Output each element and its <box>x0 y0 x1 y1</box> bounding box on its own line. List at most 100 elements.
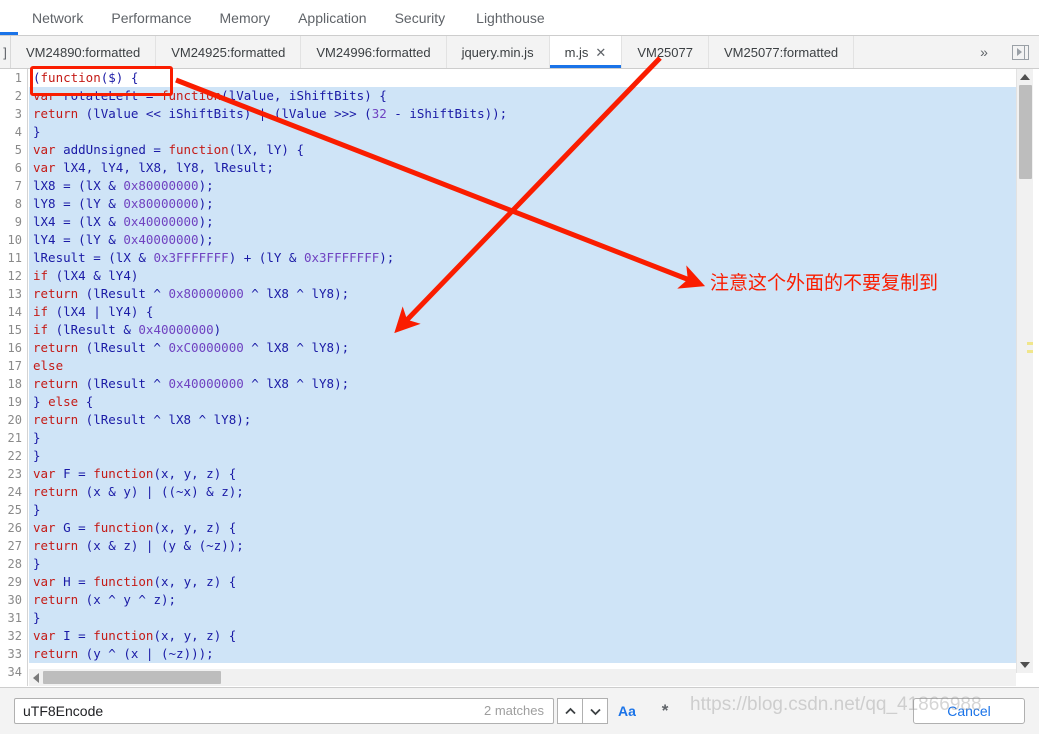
code-line[interactable]: return (x ^ y ^ z); <box>29 591 1016 609</box>
scroll-left-arrow-icon[interactable] <box>33 672 39 683</box>
line-number[interactable]: 6 <box>0 159 27 177</box>
line-number[interactable]: 11 <box>0 249 27 267</box>
file-tab-m-js[interactable]: m.js ✕ <box>549 36 623 68</box>
line-number[interactable]: 27 <box>0 537 27 555</box>
code-line[interactable]: return (lResult ^ 0xC0000000 ^ lX8 ^ lY8… <box>29 339 1016 357</box>
code-line[interactable]: return (x & z) | (y & (~z)); <box>29 537 1016 555</box>
code-line[interactable]: lX4 = (lX & 0x40000000); <box>29 213 1016 231</box>
code-line[interactable]: lY4 = (lY & 0x40000000); <box>29 231 1016 249</box>
line-number[interactable]: 5 <box>0 141 27 159</box>
line-number[interactable]: 20 <box>0 411 27 429</box>
line-number[interactable]: 19 <box>0 393 27 411</box>
code-line[interactable]: return (lResult ^ lX8 ^ lY8); <box>29 411 1016 429</box>
close-icon[interactable]: ✕ <box>595 46 606 59</box>
code-line[interactable]: } <box>29 123 1016 141</box>
tab-performance-label: Performance <box>111 9 192 26</box>
line-number[interactable]: 1 <box>0 69 27 87</box>
line-number[interactable]: 26 <box>0 519 27 537</box>
code-line[interactable]: return (lResult ^ 0x40000000 ^ lX8 ^ lY8… <box>29 375 1016 393</box>
code-line[interactable]: } <box>29 501 1016 519</box>
line-number[interactable]: 29 <box>0 573 27 591</box>
code-line[interactable]: var I = function(x, y, z) { <box>29 627 1016 645</box>
vertical-scroll-thumb[interactable] <box>1019 85 1032 179</box>
code-line[interactable]: var addUnsigned = function(lX, lY) { <box>29 141 1016 159</box>
line-number[interactable]: 24 <box>0 483 27 501</box>
line-number[interactable]: 8 <box>0 195 27 213</box>
show-navigator-button[interactable] <box>1001 36 1039 68</box>
code-line[interactable]: } else { <box>29 393 1016 411</box>
code-line[interactable]: lX8 = (lX & 0x80000000); <box>29 177 1016 195</box>
code-line[interactable]: var G = function(x, y, z) { <box>29 519 1016 537</box>
code-line[interactable]: return (y ^ (x | (~z))); <box>29 645 1016 663</box>
tab-lighthouse[interactable]: Lighthouse <box>459 0 562 35</box>
tab-security[interactable]: Security <box>381 0 460 35</box>
line-number[interactable]: 14 <box>0 303 27 321</box>
editor-vertical-scrollbar[interactable] <box>1016 69 1033 673</box>
tab-network[interactable]: Network <box>18 0 97 35</box>
code-editor[interactable]: 1 2 3 4 5 6 7 8 9 10 11 12 13 14 15 16 17 18 19 20 21 22 23 24 2… <box>0 69 1039 686</box>
line-number[interactable]: 3 <box>0 105 27 123</box>
file-tab-vm25077[interactable]: VM25077 <box>622 36 709 68</box>
code-content[interactable]: (function($) {var rotateLeft = function(… <box>29 69 1016 686</box>
scroll-up-arrow-icon[interactable] <box>1020 74 1030 80</box>
next-match-button[interactable] <box>582 698 608 724</box>
line-number[interactable]: 30 <box>0 591 27 609</box>
line-number[interactable]: 13 <box>0 285 27 303</box>
code-line[interactable]: if (lX4 & lY4) <box>29 267 1016 285</box>
line-number[interactable]: 9 <box>0 213 27 231</box>
code-line[interactable]: if (lX4 | lY4) { <box>29 303 1016 321</box>
tab-performance[interactable]: Performance <box>97 0 205 35</box>
code-line[interactable]: } <box>29 429 1016 447</box>
line-number[interactable]: 23 <box>0 465 27 483</box>
code-line[interactable]: lY8 = (lY & 0x80000000); <box>29 195 1016 213</box>
code-line[interactable]: var F = function(x, y, z) { <box>29 465 1016 483</box>
file-tab-vm24925-formatted[interactable]: VM24925:formatted <box>156 36 302 68</box>
code-line[interactable]: return (x & y) | ((~x) & z); <box>29 483 1016 501</box>
file-tab-vm24996-formatted[interactable]: VM24996:formatted <box>301 36 447 68</box>
code-line[interactable]: (function($) { <box>29 69 1016 87</box>
tab-memory[interactable]: Memory <box>206 0 285 35</box>
line-number[interactable]: 16 <box>0 339 27 357</box>
code-line[interactable]: } <box>29 609 1016 627</box>
line-number[interactable]: 17 <box>0 357 27 375</box>
code-line[interactable]: return (lResult ^ 0x80000000 ^ lX8 ^ lY8… <box>29 285 1016 303</box>
code-line[interactable]: var H = function(x, y, z) { <box>29 573 1016 591</box>
line-number[interactable]: 15 <box>0 321 27 339</box>
line-number[interactable]: 21 <box>0 429 27 447</box>
file-tab-vm24890-formatted[interactable]: VM24890:formatted <box>11 36 157 68</box>
line-number[interactable]: 28 <box>0 555 27 573</box>
code-line[interactable]: var lX4, lY4, lX8, lY8, lResult; <box>29 159 1016 177</box>
line-number[interactable]: 10 <box>0 231 27 249</box>
file-tab-vm25077-formatted[interactable]: VM25077:formatted <box>709 36 855 68</box>
line-number[interactable]: 33 <box>0 645 27 663</box>
scroll-down-arrow-icon[interactable] <box>1020 662 1030 668</box>
code-line[interactable]: var rotateLeft = function(lValue, iShift… <box>29 87 1016 105</box>
line-number[interactable]: 22 <box>0 447 27 465</box>
code-line[interactable]: lResult = (lX & 0x3FFFFFFF) + (lY & 0x3F… <box>29 249 1016 267</box>
code-line[interactable]: else <box>29 357 1016 375</box>
previous-match-button[interactable] <box>557 698 583 724</box>
match-case-toggle[interactable]: Aa <box>614 698 640 724</box>
line-number[interactable]: 4 <box>0 123 27 141</box>
code-line[interactable]: return (lValue << iShiftBits) | (lValue … <box>29 105 1016 123</box>
line-number[interactable]: 12 <box>0 267 27 285</box>
line-number[interactable]: 7 <box>0 177 27 195</box>
code-line[interactable]: if (lResult & 0x40000000) <box>29 321 1016 339</box>
line-number[interactable]: 25 <box>0 501 27 519</box>
code-line[interactable]: } <box>29 447 1016 465</box>
line-number[interactable]: 18 <box>0 375 27 393</box>
line-number[interactable]: 2 <box>0 87 27 105</box>
more-tabs-chevron-icon[interactable]: » <box>967 36 1001 68</box>
line-number[interactable]: 31 <box>0 609 27 627</box>
regex-toggle[interactable]: * <box>652 698 678 724</box>
editor-horizontal-scrollbar[interactable] <box>29 669 1016 686</box>
tab-application[interactable]: Application <box>284 0 381 35</box>
code-line[interactable]: } <box>29 555 1016 573</box>
file-tab-jquery-min-js[interactable]: jquery.min.js <box>447 36 550 68</box>
cancel-button[interactable]: Cancel <box>913 698 1025 724</box>
file-tab-overflow-stub[interactable]: ] <box>0 36 11 68</box>
line-number[interactable]: 32 <box>0 627 27 645</box>
search-input[interactable] <box>14 698 554 724</box>
line-number[interactable]: 34 <box>0 663 27 681</box>
horizontal-scroll-thumb[interactable] <box>43 671 221 684</box>
